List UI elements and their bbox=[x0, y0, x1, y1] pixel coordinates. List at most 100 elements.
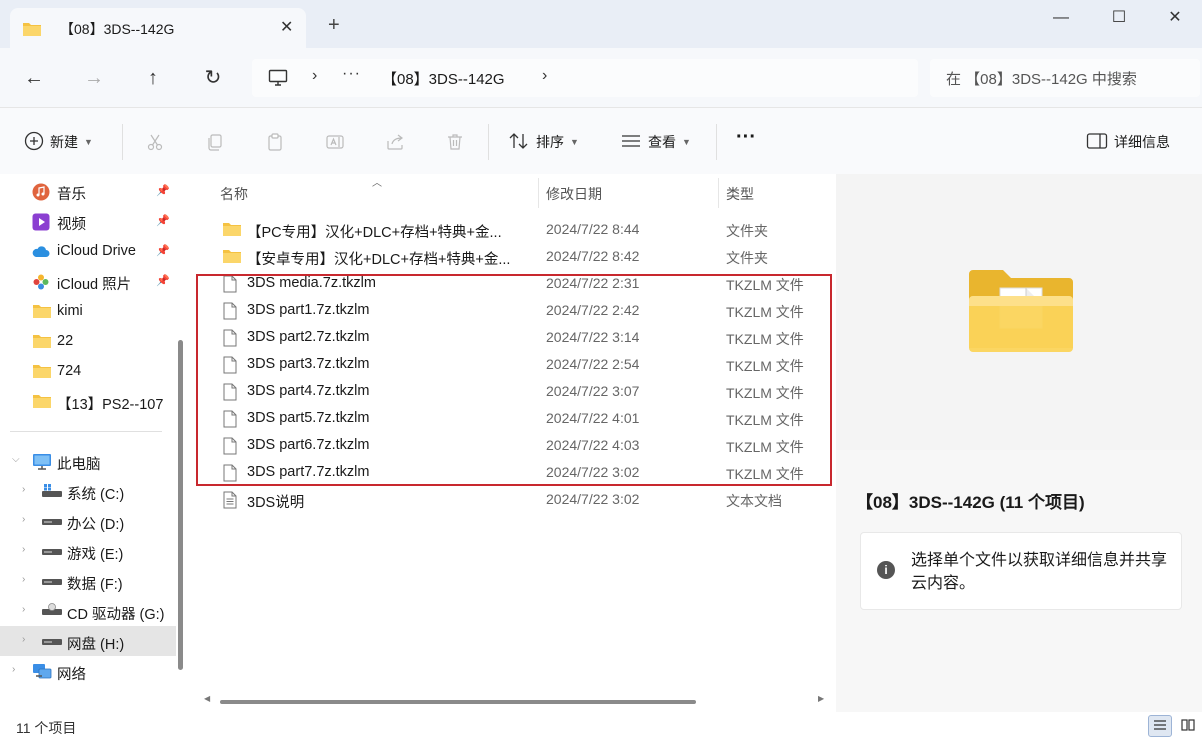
new-tab-button[interactable]: + bbox=[328, 15, 340, 35]
computer-icon[interactable] bbox=[268, 69, 288, 90]
details-view-button[interactable] bbox=[1148, 715, 1172, 737]
sidebar-item-drive-e[interactable]: › 游戏 (E:) bbox=[0, 536, 176, 566]
search-input[interactable]: 在 【08】3DS--142G 中搜索 bbox=[930, 59, 1200, 97]
chevron-right-icon[interactable]: › bbox=[22, 484, 25, 495]
share-icon[interactable] bbox=[383, 130, 407, 154]
new-button[interactable]: 新建 ▼ bbox=[24, 130, 93, 154]
title-bar: 【08】3DS--142G ✕ + — ☐ ✕ bbox=[0, 0, 1202, 48]
chevron-right-icon[interactable]: › bbox=[22, 544, 25, 555]
file-icon bbox=[222, 383, 238, 404]
sidebar-item-label: kimi bbox=[57, 303, 83, 319]
breadcrumb-more[interactable]: ··· bbox=[342, 65, 361, 83]
chevron-right-icon[interactable]: › bbox=[22, 604, 25, 615]
scroll-right-icon[interactable]: ▶ bbox=[818, 694, 824, 703]
file-row[interactable]: 3DS part5.7z.tkzlm 2024/7/22 4:01 TKZLM … bbox=[216, 405, 830, 432]
sidebar-item-drive-f[interactable]: › 数据 (F:) bbox=[0, 566, 176, 596]
info-icon: i bbox=[877, 561, 895, 579]
column-header-type[interactable]: 类型 bbox=[726, 184, 754, 204]
sidebar-item-this-pc[interactable]: ⌵ 此电脑 bbox=[0, 446, 176, 476]
details-info-card: i 选择单个文件以获取详细信息并共享云内容。 bbox=[860, 532, 1182, 610]
file-row[interactable]: 3DS part3.7z.tkzlm 2024/7/22 2:54 TKZLM … bbox=[216, 351, 830, 378]
paste-icon[interactable] bbox=[263, 130, 287, 154]
chevron-down-icon: ▼ bbox=[682, 137, 691, 147]
details-pane-button[interactable]: 详细信息 bbox=[1086, 130, 1170, 154]
horizontal-scrollbar[interactable] bbox=[220, 700, 696, 704]
sidebar-item-drive-g[interactable]: › CD 驱动器 (G:) bbox=[0, 596, 176, 626]
sidebar-item-label: 网络 bbox=[57, 667, 86, 683]
sidebar-item-drive-h[interactable]: › 网盘 (H:) bbox=[0, 626, 176, 656]
sidebar-scrollbar[interactable] bbox=[178, 340, 183, 670]
file-row[interactable]: 3DS media.7z.tkzlm 2024/7/22 2:31 TKZLM … bbox=[216, 270, 830, 297]
view-label: 查看 bbox=[648, 134, 676, 150]
sidebar-item-icloud-drive[interactable]: iCloud Drive 📌 bbox=[0, 236, 176, 266]
breadcrumb-chevron-icon[interactable]: › bbox=[542, 67, 547, 85]
view-button[interactable]: 查看 ▼ bbox=[620, 130, 691, 154]
file-date: 2024/7/22 3:14 bbox=[546, 329, 640, 345]
file-type: TKZLM 文件 bbox=[726, 331, 804, 347]
drive-icon bbox=[41, 543, 63, 563]
close-window-button[interactable]: ✕ bbox=[1160, 6, 1190, 30]
sidebar-item-icloud-photos[interactable]: iCloud 照片 📌 bbox=[0, 266, 176, 296]
breadcrumb-current[interactable]: 【08】3DS--142G bbox=[382, 68, 505, 89]
forward-button[interactable]: → bbox=[80, 64, 108, 92]
sidebar-item-drive-c[interactable]: › 系统 (C:) bbox=[0, 476, 176, 506]
chevron-right-icon[interactable]: › bbox=[22, 574, 25, 585]
file-name: 3DS part3.7z.tkzlm bbox=[247, 356, 370, 372]
minimize-button[interactable]: — bbox=[1046, 6, 1076, 30]
tab-current-folder[interactable]: 【08】3DS--142G ✕ bbox=[10, 8, 306, 48]
more-options-button[interactable]: ··· bbox=[736, 125, 756, 149]
file-row[interactable]: 3DS part4.7z.tkzlm 2024/7/22 3:07 TKZLM … bbox=[216, 378, 830, 405]
details-label: 详细信息 bbox=[1114, 134, 1170, 150]
column-header-name[interactable]: 名称 bbox=[220, 184, 248, 204]
sidebar-item-videos[interactable]: 视频 📌 bbox=[0, 206, 176, 236]
details-pane: 【08】3DS--142G (11 个项目) i 选择单个文件以获取详细信息并共… bbox=[836, 174, 1202, 712]
chevron-down-icon[interactable]: ⌵ bbox=[12, 454, 20, 465]
back-button[interactable]: ← bbox=[20, 64, 48, 92]
file-name: 3DS part4.7z.tkzlm bbox=[247, 383, 370, 399]
copy-icon[interactable] bbox=[203, 130, 227, 154]
breadcrumb[interactable]: › ··· 【08】3DS--142G › bbox=[252, 59, 918, 97]
file-row[interactable]: 3DS part7.7z.tkzlm 2024/7/22 3:02 TKZLM … bbox=[216, 459, 830, 486]
sidebar-item-music[interactable]: 音乐 📌 bbox=[0, 176, 176, 206]
sidebar-item-label: 系统 (C:) bbox=[67, 487, 125, 503]
tiles-view-button[interactable] bbox=[1176, 715, 1200, 737]
rename-icon[interactable] bbox=[323, 130, 347, 154]
column-divider[interactable] bbox=[538, 178, 539, 208]
file-type: 文件夹 bbox=[726, 250, 768, 266]
file-row[interactable]: 3DS part6.7z.tkzlm 2024/7/22 4:03 TKZLM … bbox=[216, 432, 830, 459]
sidebar-item-network[interactable]: › 网络 bbox=[0, 656, 176, 686]
chevron-right-icon[interactable]: › bbox=[22, 514, 25, 525]
file-icon bbox=[222, 437, 238, 458]
file-row[interactable]: 【安卓专用】汉化+DLC+存档+特典+金... 2024/7/22 8:42 文… bbox=[216, 243, 830, 270]
sort-button[interactable]: 排序 ▼ bbox=[508, 130, 579, 154]
chevron-right-icon[interactable]: › bbox=[22, 634, 25, 645]
scroll-left-icon[interactable]: ◀ bbox=[204, 694, 210, 703]
sidebar-item-724[interactable]: 724 bbox=[0, 356, 176, 386]
file-name: 3DS说明 bbox=[247, 495, 305, 511]
file-date: 2024/7/22 2:31 bbox=[546, 275, 640, 291]
sidebar-item-kimi[interactable]: kimi bbox=[0, 296, 176, 326]
column-divider[interactable] bbox=[718, 178, 719, 208]
column-header-date[interactable]: 修改日期 bbox=[546, 184, 602, 204]
sidebar-item-22[interactable]: 22 bbox=[0, 326, 176, 356]
file-type: TKZLM 文件 bbox=[726, 439, 804, 455]
file-type: TKZLM 文件 bbox=[726, 466, 804, 482]
file-icon bbox=[222, 329, 238, 350]
delete-icon[interactable] bbox=[443, 130, 467, 154]
sidebar-item-drive-d[interactable]: › 办公 (D:) bbox=[0, 506, 176, 536]
file-date: 2024/7/22 2:42 bbox=[546, 302, 640, 318]
breadcrumb-chevron-icon[interactable]: › bbox=[312, 67, 317, 85]
tab-close-icon[interactable]: ✕ bbox=[280, 17, 293, 37]
file-row[interactable]: 3DS说明 2024/7/22 3:02 文本文档 bbox=[216, 486, 830, 513]
file-row[interactable]: 3DS part1.7z.tkzlm 2024/7/22 2:42 TKZLM … bbox=[216, 297, 830, 324]
sidebar-item-ps2[interactable]: 【13】PS2--107 bbox=[0, 386, 176, 416]
refresh-button[interactable]: ↻ bbox=[199, 64, 227, 92]
chevron-right-icon[interactable]: › bbox=[12, 664, 15, 675]
cut-icon[interactable] bbox=[143, 130, 167, 154]
up-button[interactable]: ↑ bbox=[139, 64, 167, 92]
address-bar: ← → ↑ ↻ › ··· 【08】3DS--142G › 在 【08】3DS-… bbox=[0, 48, 1202, 108]
file-row[interactable]: 3DS part2.7z.tkzlm 2024/7/22 3:14 TKZLM … bbox=[216, 324, 830, 351]
maximize-button[interactable]: ☐ bbox=[1104, 6, 1134, 30]
file-row[interactable]: 【PC专用】汉化+DLC+存档+特典+金... 2024/7/22 8:44 文… bbox=[216, 216, 830, 243]
sidebar-item-label: 游戏 (E:) bbox=[67, 547, 124, 563]
